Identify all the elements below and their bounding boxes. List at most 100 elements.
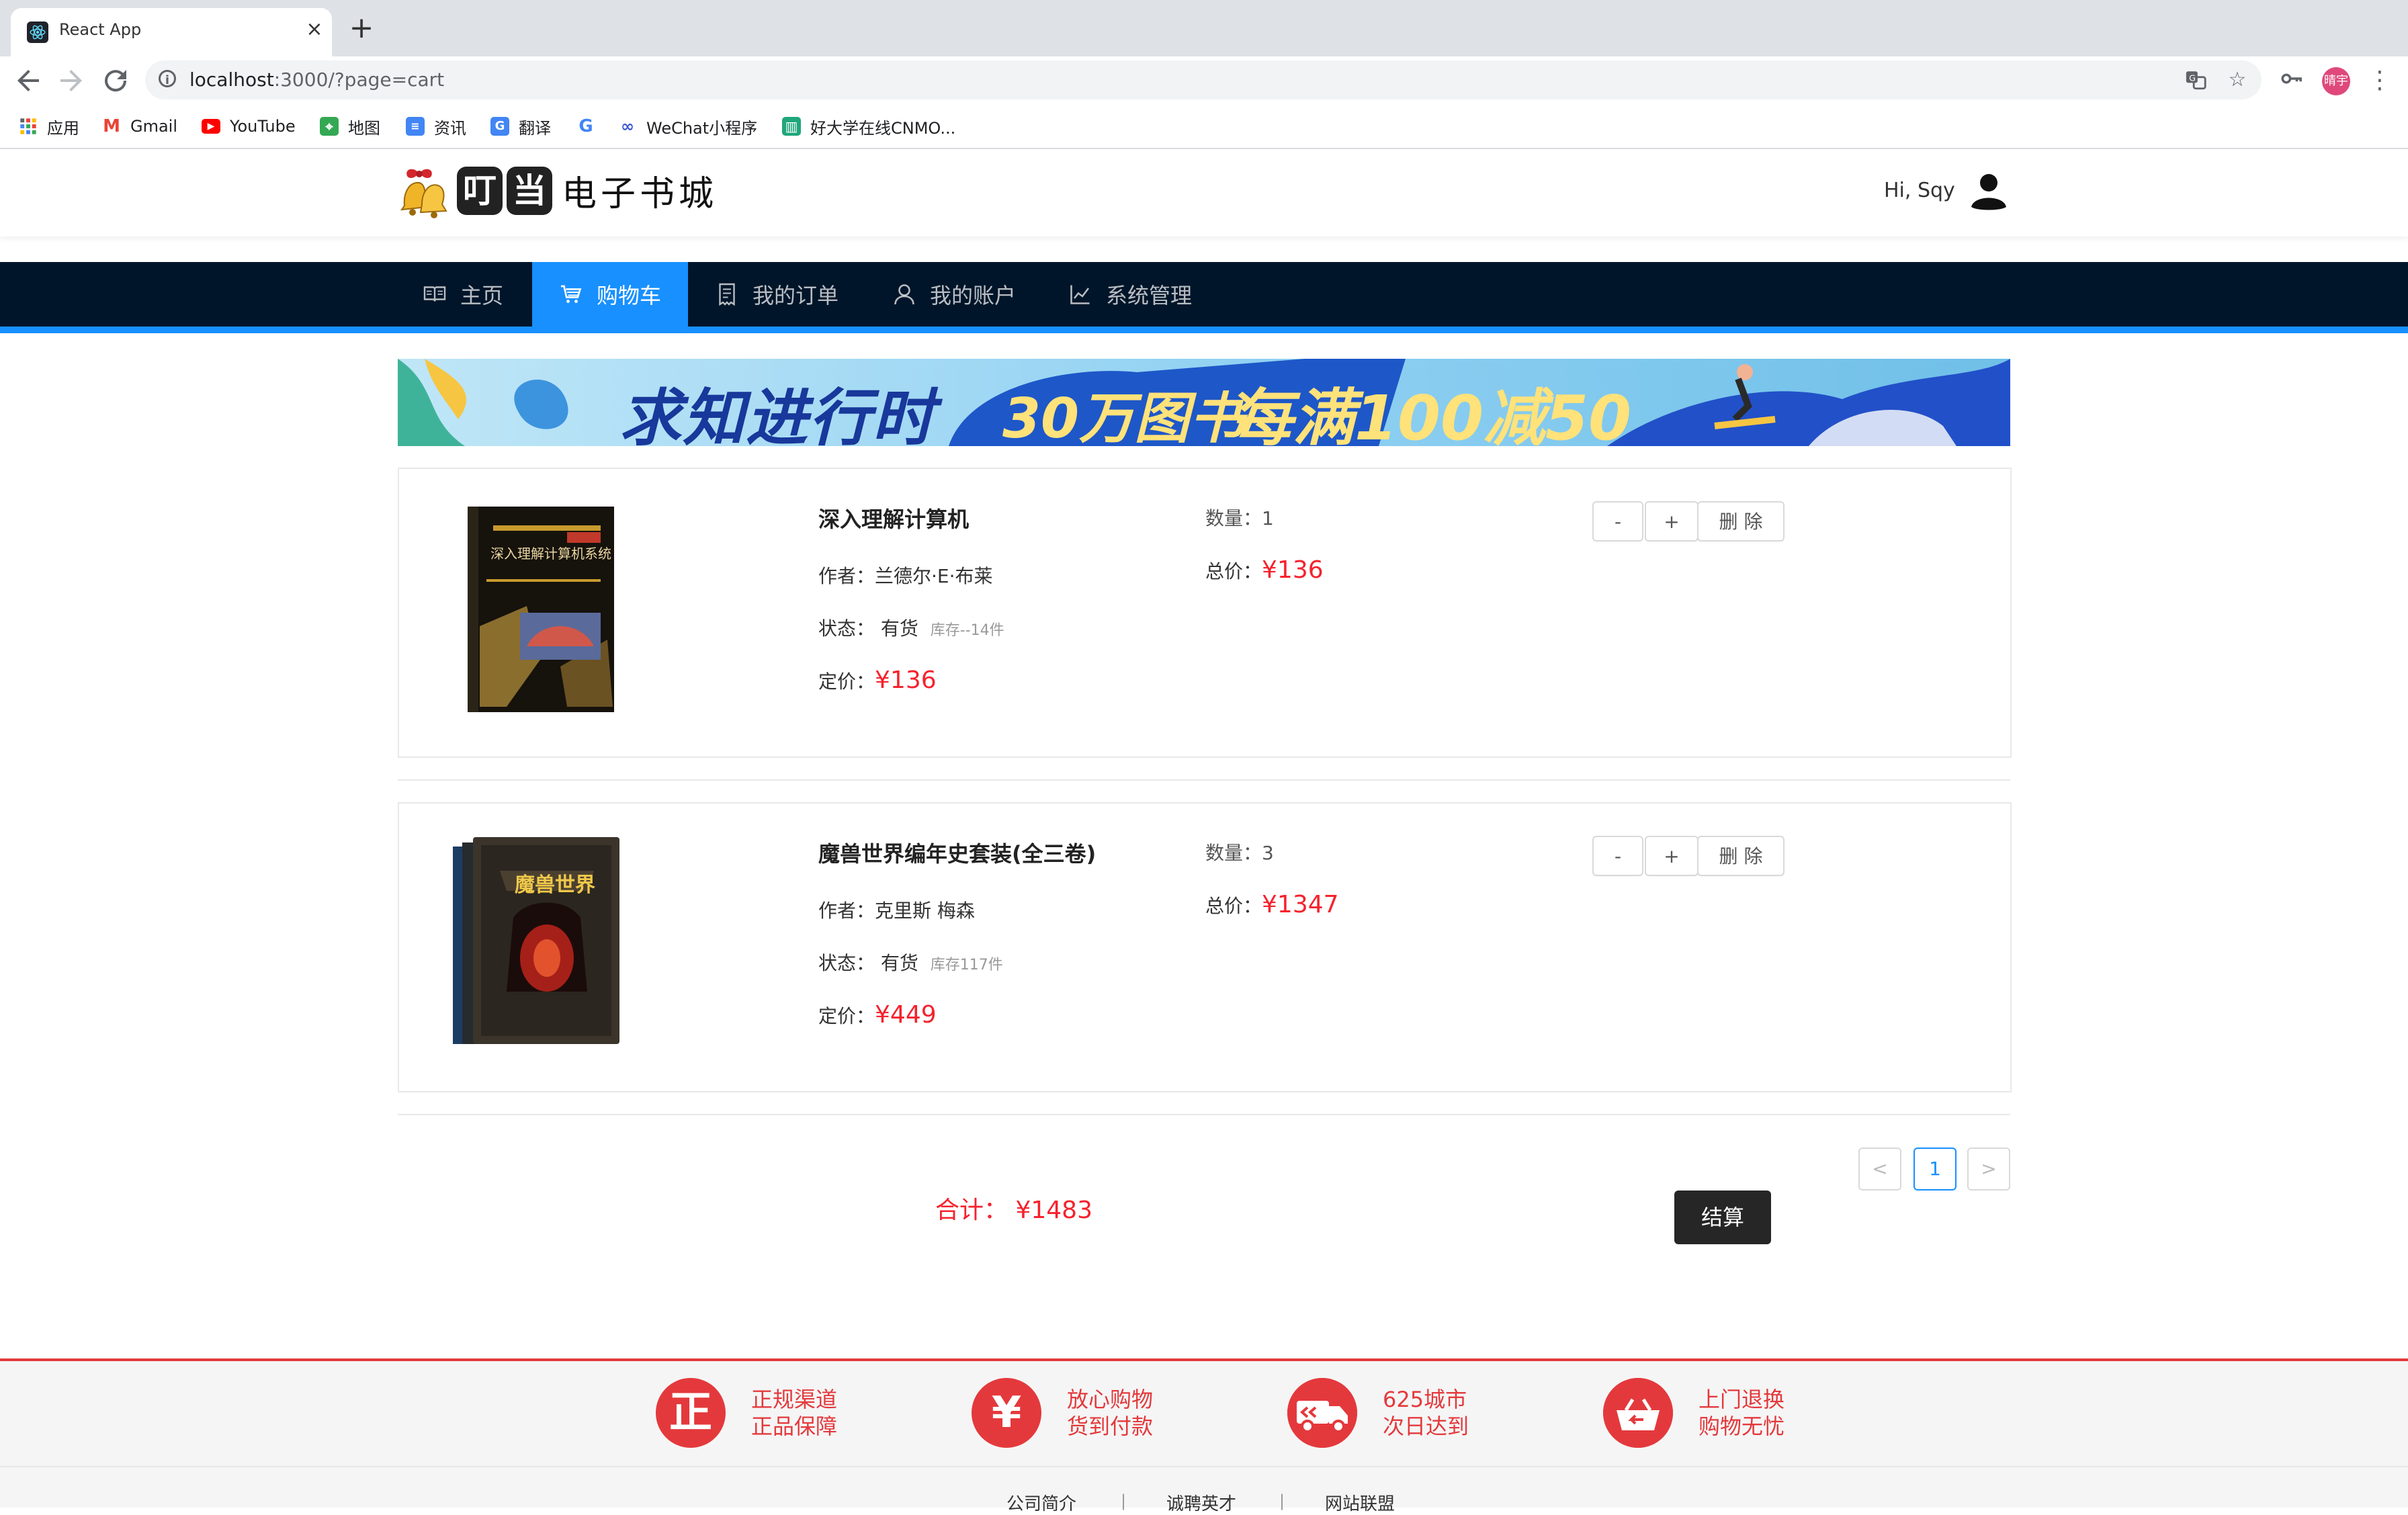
book-cover-image[interactable]: 深入理解计算机系统 (466, 505, 615, 713)
promo-banner[interactable]: 求知进行时 30万图书 每满100减50 (398, 359, 2010, 446)
increase-quantity-button[interactable]: + (1645, 501, 1698, 542)
bookmark-star-icon[interactable]: ☆ (2225, 69, 2249, 93)
nav-item-orders[interactable]: 我的订单 (715, 262, 876, 327)
user-avatar-icon[interactable] (1967, 168, 2010, 211)
nav-label: 购物车 (596, 283, 661, 308)
author-label: 作者： (818, 565, 875, 587)
line-chart-icon (1070, 285, 1090, 304)
increase-quantity-button[interactable]: + (1645, 836, 1698, 876)
footer-promise: ¥ 放心购物 货到付款 (972, 1376, 1153, 1450)
delete-button[interactable]: 删 除 (1697, 501, 1784, 542)
url-text[interactable]: localhost:3000/?page=cart (189, 69, 444, 91)
forward-arrow-icon[interactable] (55, 64, 87, 97)
translate-page-icon[interactable]: G (2184, 69, 2208, 93)
promise-line2: 次日达到 (1383, 1414, 1469, 1439)
user-icon (894, 284, 914, 305)
nav-item-admin[interactable]: 系统管理 (1068, 262, 1230, 327)
pagination-next-button[interactable]: > (1967, 1148, 2010, 1191)
item-total: 总价：¥1347 (1205, 891, 1339, 918)
decrease-quantity-button[interactable]: - (1592, 836, 1643, 876)
checkout-button[interactable]: 结算 (1674, 1191, 1771, 1244)
book-list-price: 定价：¥136 (818, 666, 937, 694)
youtube-icon: ▶ (202, 119, 220, 134)
footer-promise: 正 正规渠道 正品保障 (656, 1376, 837, 1450)
site-footer (0, 1358, 2408, 1508)
banner-text-mid: 30万图书 (1002, 387, 1245, 446)
bookmarks-bar: 应用 M Gmail ▶ YouTube ⌖ 地图 ≡ 资讯 G 翻译 G ∞ … (0, 103, 2408, 149)
book-title[interactable]: 魔兽世界编年史套装(全三卷) (818, 837, 1096, 868)
back-arrow-icon[interactable] (12, 64, 44, 97)
price-value: ¥136 (875, 666, 937, 694)
logo-char-1: 叮 (457, 166, 503, 215)
browser-tab[interactable]: React App × (11, 8, 332, 56)
pagination-page-1[interactable]: 1 (1914, 1148, 1956, 1191)
new-tab-button[interactable]: + (347, 13, 376, 44)
site-info-icon[interactable]: i (159, 70, 176, 87)
total-value: ¥136 (1262, 556, 1324, 584)
nav-item-account[interactable]: 我的账户 (892, 262, 1054, 327)
site-header: 叮 当 电子书城 Hi, Sqy (0, 149, 2408, 236)
nav-item-home[interactable]: 主页 (399, 262, 527, 327)
bookmark-wechat[interactable]: ∞ WeChat小程序 (618, 116, 757, 138)
book-cover-image[interactable]: 魔兽世界 (453, 837, 621, 1047)
bookmark-translate[interactable]: G 翻译 (490, 116, 551, 138)
nav-item-cart[interactable]: 购物车 (532, 262, 688, 327)
bookmark-news[interactable]: ≡ 资讯 (406, 116, 466, 138)
bookmark-google[interactable]: G (576, 116, 605, 137)
url-path: :3000/?page=cart (273, 69, 445, 91)
footer-promise: 625城市 次日达到 (1287, 1376, 1469, 1450)
shopping-cart-icon (560, 285, 582, 303)
status-label: 状态： (818, 617, 875, 640)
logo-rest: 电子书城 (562, 174, 718, 214)
cart-item: 深入理解计算机系统 深入理解计算机 作者：兰德尔·E·布莱 状态： 有货 库存-… (398, 468, 2012, 758)
delete-button[interactable]: 删 除 (1697, 836, 1784, 876)
bookmark-apps[interactable]: 应用 (19, 116, 79, 138)
url-host: localhost (189, 69, 274, 91)
bookmark-label: Gmail (130, 117, 178, 136)
item-total: 总价：¥136 (1205, 556, 1324, 584)
book-author: 作者：兰德尔·E·布莱 (818, 562, 993, 589)
book-title[interactable]: 深入理解计算机 (818, 503, 969, 533)
total-value: ¥1483 (1015, 1197, 1092, 1224)
quantity-label: 数量： (1205, 507, 1262, 529)
address-bar[interactable]: i localhost:3000/?page=cart G ☆ (145, 60, 2262, 99)
footer-link-affiliates[interactable]: 网站联盟 (1325, 1490, 1395, 1515)
bookmark-label: YouTube (230, 117, 296, 136)
decrease-quantity-button[interactable]: - (1592, 501, 1643, 542)
footer-promise: 上门退换 购物无忧 (1603, 1376, 1784, 1450)
reload-icon[interactable] (99, 64, 132, 97)
cover-title: 深入理解计算机系统 (490, 546, 611, 562)
footer-link-about[interactable]: 公司简介 (1006, 1490, 1076, 1515)
book-status: 状态： 有货 库存--14件 (818, 614, 1004, 641)
bookmark-label: 好大学在线CNMO... (810, 118, 956, 138)
tab-close-icon[interactable]: × (301, 16, 328, 43)
price-value: ¥449 (875, 1001, 937, 1029)
total-value: ¥1347 (1262, 891, 1339, 918)
promise-line2: 货到付款 (1067, 1414, 1154, 1439)
browser-menu-icon[interactable]: ⋮ (2368, 64, 2392, 97)
apps-grid-icon (19, 117, 38, 136)
divider (398, 1114, 2010, 1115)
bookmark-cnmooc[interactable]: ▥ 好大学在线CNMO... (782, 116, 956, 138)
nav-underline (0, 327, 2408, 333)
bookmark-maps[interactable]: ⌖ 地图 (320, 116, 380, 138)
footer-link-careers[interactable]: 诚聘英才 (1166, 1490, 1236, 1515)
stock-count: 库存117件 (930, 957, 1003, 973)
book-list-price: 定价：¥449 (818, 1001, 937, 1029)
bookmark-label: 资讯 (434, 118, 466, 138)
cover-title: 魔兽世界 (515, 873, 595, 897)
bookmark-gmail[interactable]: M Gmail (102, 116, 177, 137)
quantity-label: 数量： (1205, 842, 1262, 864)
profile-avatar[interactable]: 晴宇 (2322, 67, 2350, 95)
promise-line1: 正规渠道 (751, 1387, 838, 1412)
cart-total: 合计： ¥1483 (935, 1191, 1092, 1225)
site-logo-text[interactable]: 叮 当 电子书城 (457, 165, 718, 216)
pagination-prev-button[interactable]: < (1858, 1148, 1901, 1191)
author-value: 克里斯 梅森 (875, 900, 975, 922)
bells-logo-icon (398, 165, 456, 219)
promise-line1: 放心购物 (1067, 1387, 1154, 1412)
bookmark-youtube[interactable]: ▶ YouTube (202, 116, 296, 137)
nav-label: 我的订单 (752, 283, 839, 308)
tab-title: React App (59, 20, 142, 39)
password-key-icon[interactable] (2279, 67, 2303, 91)
